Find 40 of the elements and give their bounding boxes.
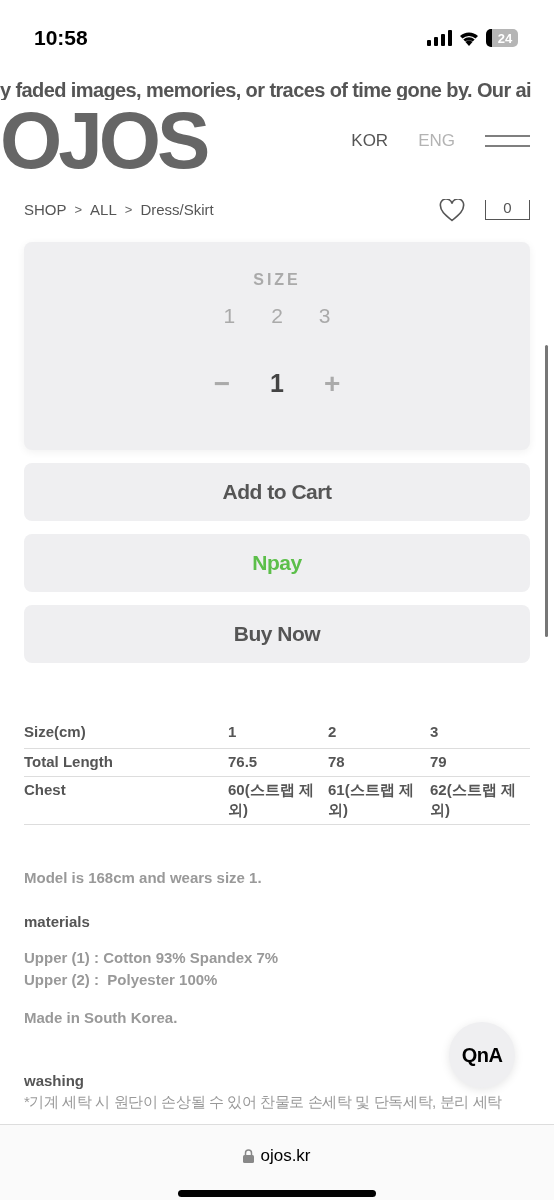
breadcrumb-separator: >: [74, 201, 83, 220]
table-cell: Chest: [24, 776, 228, 825]
action-button[interactable]: Add to Cart: [24, 463, 530, 521]
washing-text: *기계 세탁 시 원단이 손상될 수 있어 찬물로 손세탁 및 단독세탁, 분리 세탁: [24, 1092, 503, 1111]
logo[interactable]: OJOS: [0, 101, 207, 181]
cart-button[interactable]: 0: [485, 200, 530, 220]
url-text[interactable]: ojos.kr: [260, 1143, 311, 1169]
action-button[interactable]: Buy Now: [24, 605, 530, 663]
origin-note: Made in South Korea.: [24, 1007, 179, 1028]
breadcrumb-link[interactable]: SHOP: [24, 198, 67, 222]
table-cell: 62(스트랩 제외): [430, 776, 530, 825]
column-header: 1: [228, 721, 328, 749]
breadcrumb-separator: >: [124, 201, 133, 220]
table-cell: 78: [328, 748, 430, 777]
battery-indicator: 24: [486, 29, 518, 47]
washing-heading: washing: [24, 1071, 85, 1091]
lock-icon: [243, 1148, 255, 1163]
table-cell: Total Length: [24, 748, 228, 777]
signal-icon: [427, 30, 452, 46]
wifi-icon: [458, 30, 480, 46]
material-line: Upper (1) : Cotton 93% Spandex 7%: [24, 947, 280, 968]
table-cell: 61(스트랩 제외): [328, 776, 430, 825]
material-line: Upper (2) : Polyester 100%: [24, 969, 219, 990]
breadcrumb-link[interactable]: Dress/Skirt: [140, 198, 214, 222]
table-cell: 60(스트랩 제외): [228, 776, 328, 825]
qna-button[interactable]: QnA: [449, 1022, 515, 1088]
table-cell: 76.5: [228, 748, 328, 777]
materials-heading: materials: [24, 912, 91, 932]
menu-icon[interactable]: [485, 135, 530, 147]
table-cell: 79: [430, 748, 530, 777]
column-header: Size(cm): [24, 721, 228, 749]
column-header: 3: [430, 721, 530, 749]
language-link[interactable]: KOR: [351, 128, 389, 154]
clock: 10:58: [34, 25, 88, 52]
heart-icon[interactable]: [439, 198, 465, 222]
quantity-value: 1: [270, 371, 284, 396]
size-title: SIZE: [253, 270, 301, 290]
column-header: 2: [328, 721, 430, 749]
breadcrumb-link[interactable]: ALL: [90, 198, 117, 222]
model-note: Model is 168cm and wears size 1.: [24, 867, 263, 888]
